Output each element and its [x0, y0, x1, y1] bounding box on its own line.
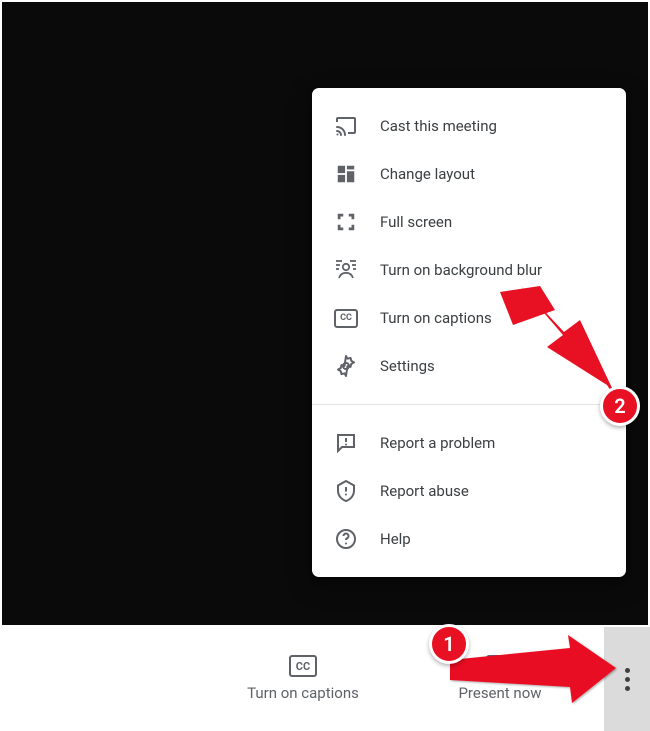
layout-icon [334, 162, 358, 186]
menu-label: Full screen [380, 213, 452, 231]
fullscreen-icon [334, 210, 358, 234]
cast-icon [334, 114, 358, 138]
captions-button[interactable]: CC Turn on captions [218, 656, 388, 702]
menu-label: Settings [380, 357, 435, 375]
gear-icon [334, 354, 358, 378]
menu-item-report-problem[interactable]: Report a problem [312, 419, 626, 467]
menu-item-layout[interactable]: Change layout [312, 150, 626, 198]
menu-label: Report abuse [380, 482, 469, 500]
present-icon [486, 656, 514, 676]
menu-section-2: Report a problem Report abuse Help [312, 405, 626, 577]
present-label: Present now [430, 684, 570, 702]
captions-icon: CC [334, 306, 358, 330]
menu-item-fullscreen[interactable]: Full screen [312, 198, 626, 246]
present-now-button[interactable]: Present now [430, 656, 570, 702]
help-icon [334, 527, 358, 551]
menu-label: Report a problem [380, 434, 495, 452]
menu-label: Help [380, 530, 411, 548]
more-options-button[interactable] [604, 627, 650, 731]
captions-label: Turn on captions [218, 684, 388, 702]
report-abuse-icon [334, 479, 358, 503]
more-options-menu: Cast this meeting Change layout Full scr… [312, 88, 626, 577]
bottom-toolbar: CC Turn on captions Present now [0, 627, 650, 731]
menu-item-cast[interactable]: Cast this meeting [312, 102, 626, 150]
menu-item-background-blur[interactable]: Turn on background blur [312, 246, 626, 294]
feedback-icon [334, 431, 358, 455]
menu-label: Cast this meeting [380, 117, 497, 135]
menu-label: Turn on captions [380, 309, 492, 327]
captions-icon: CC [289, 656, 317, 676]
more-vertical-icon [625, 668, 630, 691]
menu-label: Turn on background blur [380, 261, 542, 279]
blur-icon [334, 258, 358, 282]
menu-section-1: Cast this meeting Change layout Full scr… [312, 88, 626, 404]
menu-item-report-abuse[interactable]: Report abuse [312, 467, 626, 515]
menu-item-help[interactable]: Help [312, 515, 626, 563]
menu-label: Change layout [380, 165, 475, 183]
menu-item-settings[interactable]: Settings [312, 342, 626, 390]
menu-item-captions[interactable]: CC Turn on captions [312, 294, 626, 342]
